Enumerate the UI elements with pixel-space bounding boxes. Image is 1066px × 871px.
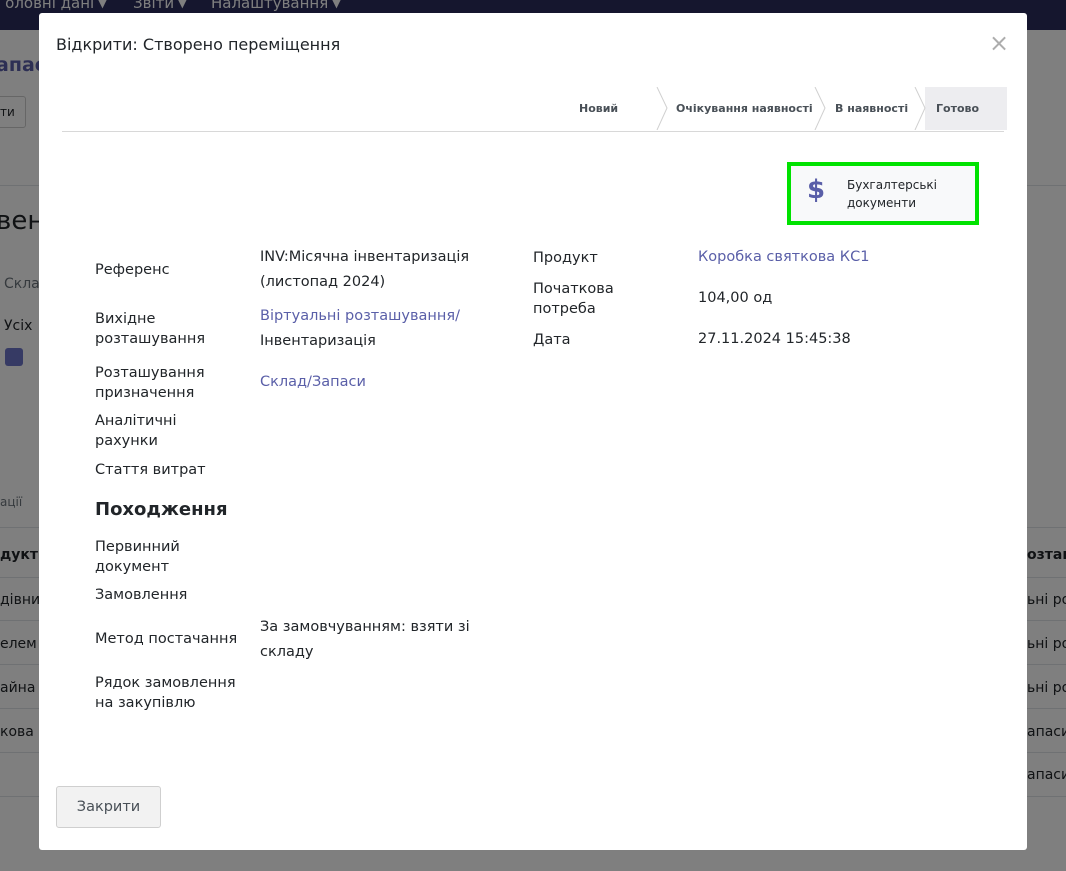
date-label: Дата: [533, 332, 571, 348]
stage-new: Новий: [579, 102, 619, 115]
accounting-documents-button[interactable]: $ Бухгалтерські документи: [787, 162, 979, 225]
product-label: Продукт: [533, 250, 598, 266]
accounting-documents-label: Бухгалтерські документи: [847, 178, 938, 210]
product-link[interactable]: Коробка святкова КС1: [698, 245, 869, 270]
reference-value: INV:Місячна інвентаризація (листопад 202…: [260, 249, 470, 290]
initial-demand-value: 104,00 од: [698, 290, 773, 306]
source-location-label: Вихідне розташування: [95, 311, 206, 347]
origin-section-title: Походження: [95, 499, 228, 520]
dialog-title: Відкрити: Створено переміщення: [56, 35, 341, 54]
source-location-link[interactable]: Віртуальні розташування/: [260, 308, 460, 324]
supply-method-label: Метод постачання: [95, 631, 238, 647]
date-value: 27.11.2024 15:45:38: [698, 331, 851, 347]
analytic-accounts-label: Аналітичні рахунки: [95, 413, 177, 449]
close-icon[interactable]: ×: [989, 31, 1009, 55]
stage-available: В наявності: [835, 102, 909, 115]
dollar-icon: $: [807, 175, 826, 205]
order-label: Замовлення: [95, 587, 188, 603]
status-bar: Новий Очікування наявності В наявності Г…: [569, 87, 1007, 130]
stage-done: Готово: [936, 102, 980, 115]
stage-waiting: Очікування наявності: [676, 102, 813, 115]
destination-location-link[interactable]: Склад/Запаси: [260, 370, 366, 395]
supply-method-value: За замовчуванням: взяти зі складу: [260, 619, 470, 660]
initial-demand-label: Початкова потреба: [533, 281, 614, 317]
reference-label: Референс: [95, 262, 170, 278]
source-location-value: Віртуальні розташування/ Інвентаризація: [260, 308, 460, 349]
stock-move-dialog: Відкрити: Створено переміщення × Новий О…: [39, 13, 1027, 850]
close-button[interactable]: Закрити: [56, 786, 161, 828]
primary-document-label: Первинний документ: [95, 539, 180, 575]
header-divider: [62, 131, 1004, 132]
purchase-order-line-label: Рядок замовлення на закупівлю: [95, 675, 236, 711]
expense-item-label: Стаття витрат: [95, 462, 206, 478]
destination-location-label: Розташування призначення: [95, 365, 205, 401]
